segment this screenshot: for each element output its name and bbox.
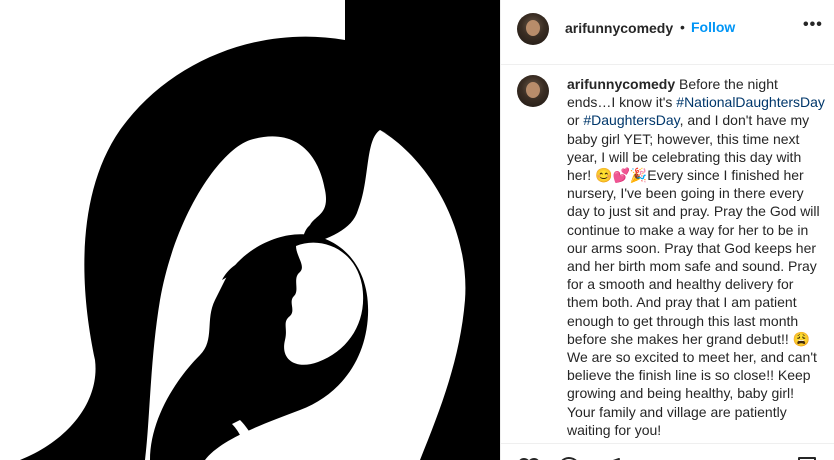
bookmark-icon[interactable]: [795, 456, 819, 460]
mother-baby-silhouette: [20, 0, 500, 460]
caption-username[interactable]: arifunnycomedy: [567, 76, 675, 92]
comment-icon[interactable]: [557, 456, 581, 460]
more-options-icon[interactable]: •••: [803, 16, 823, 34]
action-bar: [501, 443, 834, 460]
avatar[interactable]: [517, 13, 549, 45]
hashtag-national-daughters-day[interactable]: #NationalDaughtersDay: [676, 94, 825, 110]
post-header: arifunnycomedy • Follow •••: [501, 0, 834, 65]
header-username[interactable]: arifunnycomedy: [565, 20, 673, 36]
post-container: arifunnycomedy • Follow ••• arifunnycome…: [0, 0, 834, 460]
comments-section[interactable]: arifunnycomedy Before the night ends…I k…: [501, 65, 834, 443]
hashtag-daughters-day[interactable]: #DaughtersDay: [583, 112, 679, 128]
share-icon[interactable]: [597, 456, 621, 460]
header-separator: •: [680, 19, 685, 35]
caption-avatar[interactable]: [517, 75, 549, 107]
follow-button[interactable]: Follow: [691, 19, 735, 35]
post-image[interactable]: [0, 0, 500, 460]
post-sidebar: arifunnycomedy • Follow ••• arifunnycome…: [500, 0, 834, 460]
caption-text-part-2: or: [567, 112, 584, 129]
caption-text-part-3: , and I don't have my baby girl YET; how…: [567, 112, 820, 438]
heart-icon[interactable]: [517, 456, 541, 460]
caption-text: arifunnycomedy Before the night ends…I k…: [567, 75, 825, 439]
